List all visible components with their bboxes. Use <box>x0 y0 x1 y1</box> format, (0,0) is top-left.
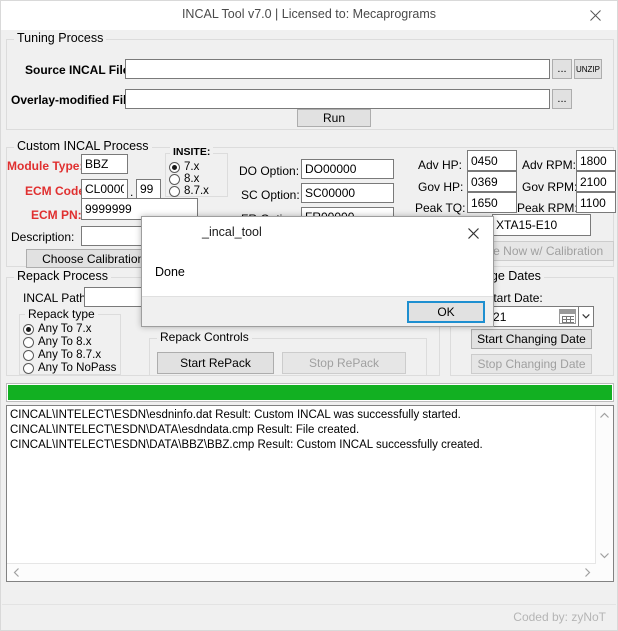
insite-radio-label: 8.7.x <box>184 185 209 197</box>
window-title: INCAL Tool v7.0 | Licensed to: Mecaprogr… <box>181 7 437 21</box>
description-label: Description: <box>11 230 75 244</box>
adv-rpm-input[interactable] <box>576 150 616 171</box>
close-icon <box>589 10 601 21</box>
ecm-code-input[interactable] <box>81 179 128 199</box>
insite-radio-label: 7.x <box>184 161 200 173</box>
radio-dot-icon <box>169 185 180 197</box>
radio-dot-icon <box>23 336 34 348</box>
log-output-box[interactable]: CINCAL\INTELECT\ESDN\esdninfo.dat Result… <box>6 405 614 582</box>
module-type-label: Module Type: <box>7 159 84 173</box>
do-option-input[interactable] <box>301 159 394 179</box>
insite-radio-label: 8.x <box>184 173 200 185</box>
peak-rpm-input[interactable] <box>576 192 616 213</box>
log-vertical-scrollbar[interactable] <box>595 406 613 564</box>
incal-path-label: INCAL Path: <box>23 291 90 305</box>
chevron-up-icon <box>600 412 609 418</box>
unzip-button[interactable]: UNZIP <box>574 59 602 79</box>
peak-tq-label: Peak TQ: <box>415 201 466 215</box>
scroll-up-button[interactable] <box>596 406 613 423</box>
chevron-right-icon <box>584 568 590 577</box>
dialog-title: _incal_tool <box>202 225 262 239</box>
repack-type-label: Any To 8.7.x <box>38 349 102 361</box>
source-incal-file-browse-button[interactable]: ... <box>552 59 572 79</box>
source-incal-file-label: Source INCAL File: <box>25 63 134 77</box>
dialog-titlebar: _incal_tool <box>142 217 493 249</box>
gov-rpm-label: Gov RPM: <box>522 180 578 194</box>
overlay-modified-file-browse-button[interactable]: ... <box>552 89 572 109</box>
ecm-code-separator: . <box>130 185 134 199</box>
close-icon <box>467 227 479 239</box>
progress-bar <box>6 383 614 402</box>
chevron-left-icon <box>13 568 19 577</box>
radio-dot-icon <box>23 323 34 335</box>
run-button[interactable]: Run <box>297 109 371 127</box>
overlay-modified-file-input[interactable] <box>125 89 550 109</box>
scroll-down-button[interactable] <box>596 547 613 564</box>
sc-option-input[interactable] <box>301 183 394 203</box>
overlay-modified-file-label: Overlay-modified File: <box>11 93 138 107</box>
calibration-name-input[interactable] <box>492 214 591 236</box>
do-option-label: DO Option: <box>239 164 300 178</box>
gov-rpm-input[interactable] <box>576 171 616 192</box>
insite-legend: INSITE: <box>170 146 214 158</box>
repack-type-radio-any-to-nopass[interactable]: Any To NoPass <box>23 362 116 374</box>
log-output-text: CINCAL\INTELECT\ESDN\esdninfo.dat Result… <box>10 409 483 451</box>
dialog-footer: OK <box>142 296 493 326</box>
custom-incal-process-legend: Custom INCAL Process <box>14 139 152 153</box>
ecm-code-suffix-input[interactable] <box>136 179 161 199</box>
adv-hp-label: Adv HP: <box>418 158 463 172</box>
start-repack-button[interactable]: Start RePack <box>157 352 274 374</box>
window-titlebar: INCAL Tool v7.0 | Licensed to: Mecaprogr… <box>1 1 617 30</box>
radio-dot-icon <box>169 173 180 185</box>
credit-label: Coded by: zyNoT <box>513 610 606 624</box>
source-incal-file-input[interactable] <box>125 59 550 79</box>
radio-dot-icon <box>23 362 34 374</box>
dialog-message: Done <box>155 265 185 279</box>
repack-type-label: Any To NoPass <box>38 362 117 374</box>
ecm-pn-label: ECM PN: <box>31 208 82 222</box>
chevron-down-icon <box>582 314 590 319</box>
repack-process-legend: Repack Process <box>14 269 112 283</box>
radio-dot-icon <box>23 349 34 361</box>
log-horizontal-scrollbar[interactable] <box>7 563 596 581</box>
new-start-date-dropdown-button[interactable] <box>579 306 594 327</box>
dialog-close-button[interactable] <box>453 217 493 249</box>
radio-dot-icon <box>169 161 180 173</box>
repack-controls-legend: Repack Controls <box>157 330 252 344</box>
repack-type-radio-any-to-87x[interactable]: Any To 8.7.x <box>23 349 101 361</box>
tuning-process-legend: Tuning Process <box>14 31 107 45</box>
ecm-code-label: ECM Code: <box>25 184 89 198</box>
repack-type-radio-any-to-8x[interactable]: Any To 8.x <box>23 336 92 348</box>
scroll-right-button[interactable] <box>579 564 596 581</box>
status-bar: Coded by: zyNoT <box>2 604 616 629</box>
insite-radio-87x[interactable]: 8.7.x <box>169 185 209 197</box>
repack-type-label: Any To 8.x <box>38 336 92 348</box>
repack-type-legend: Repack type <box>25 307 98 321</box>
gov-hp-input[interactable] <box>467 171 517 192</box>
incal-tool-dialog: _incal_tool Done OK <box>141 216 494 327</box>
adv-rpm-label: Adv RPM: <box>522 158 577 172</box>
sc-option-label: SC Option: <box>241 188 300 202</box>
scroll-left-button[interactable] <box>7 564 24 581</box>
insite-radio-8x[interactable]: 8.x <box>169 173 199 185</box>
scrollbar-corner <box>596 564 613 581</box>
repack-type-radio-any-to-7x[interactable]: Any To 7.x <box>23 323 92 335</box>
peak-rpm-label: Peak RPM: <box>517 201 578 215</box>
chevron-down-icon <box>600 552 609 558</box>
progress-bar-fill <box>8 385 612 400</box>
adv-hp-input[interactable] <box>467 150 517 171</box>
start-changing-date-button[interactable]: Start Changing Date <box>471 329 592 349</box>
calendar-icon <box>559 309 576 324</box>
stop-changing-date-button[interactable]: Stop Changing Date <box>471 354 592 374</box>
insite-radio-7x[interactable]: 7.x <box>169 161 199 173</box>
repack-type-label: Any To 7.x <box>38 323 92 335</box>
window-close-button[interactable] <box>573 1 617 30</box>
module-type-input[interactable] <box>81 154 128 174</box>
dialog-body: Done <box>142 249 493 298</box>
dialog-ok-button[interactable]: OK <box>407 301 485 323</box>
peak-tq-input[interactable] <box>467 192 517 213</box>
stop-repack-button[interactable]: Stop RePack <box>282 352 406 374</box>
incal-tool-window: INCAL Tool v7.0 | Licensed to: Mecaprogr… <box>0 0 618 631</box>
gov-hp-label: Gov HP: <box>418 180 464 194</box>
